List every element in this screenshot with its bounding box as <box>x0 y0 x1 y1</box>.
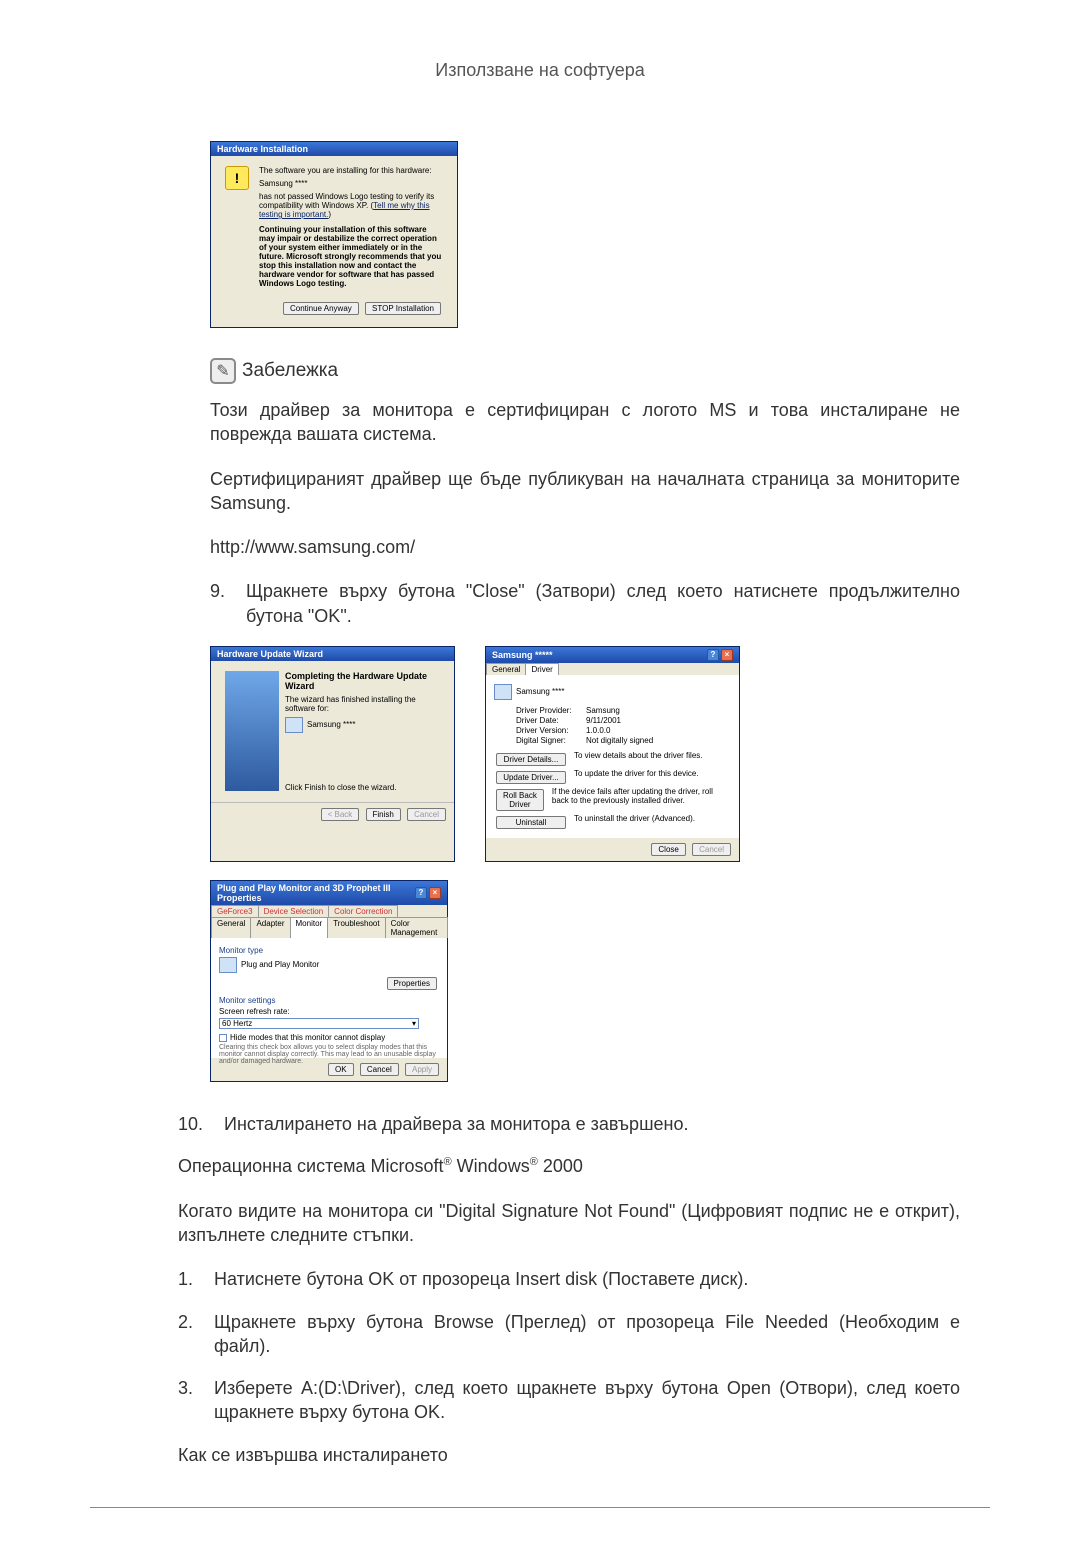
tab-adapter[interactable]: Adapter <box>250 917 290 938</box>
monitor-type-value: Plug and Play Monitor <box>241 960 319 969</box>
uninstall-text: To uninstall the driver (Advanced). <box>568 814 695 831</box>
os-line: Операционна система Microsoft® Windows® … <box>178 1154 960 1178</box>
s2-text: Щракнете върху бутона Browse (Преглед) о… <box>214 1310 960 1359</box>
driver-details-text: To view details about the driver files. <box>568 751 703 768</box>
step10-text: Инсталирането на драйвера за монитора е … <box>224 1112 960 1136</box>
close-icon[interactable]: × <box>721 649 733 661</box>
dialog1-bold-warning: Continuing your installation of this sof… <box>259 225 443 288</box>
back-button: < Back <box>321 808 360 821</box>
driver-details-button[interactable]: Driver Details... <box>496 753 566 766</box>
tab-color-correction[interactable]: Color Correction <box>328 905 398 917</box>
digital-signature-para: Когато видите на монитора си "Digital Si… <box>178 1199 960 1248</box>
dialog1-compat: has not passed Windows Logo testing to v… <box>259 192 443 219</box>
refresh-rate-label: Screen refresh rate: <box>219 1007 439 1016</box>
page-title: Използване на софтуера <box>90 60 990 81</box>
driver-date-value: 9/11/2001 <box>586 716 621 725</box>
screenshot-monitor-properties: Plug and Play Monitor and 3D Prophet III… <box>210 880 960 1082</box>
cancel-button-3[interactable]: Cancel <box>360 1063 399 1076</box>
ok-button[interactable]: OK <box>328 1063 354 1076</box>
update-driver-text: To update the driver for this device. <box>568 769 699 786</box>
s1-number: 1. <box>178 1267 202 1291</box>
tab-geforce3[interactable]: GeForce3 <box>211 905 259 917</box>
dialog2-finish-line: Click Finish to close the wizard. <box>285 783 440 792</box>
dialog1-device: Samsung **** <box>259 179 443 188</box>
tab-driver[interactable]: Driver <box>525 663 558 675</box>
close-icon[interactable]: × <box>429 887 441 899</box>
note-para2: Сертифицираният драйвер ще бъде публикув… <box>210 467 960 516</box>
dialog4-title: Plug and Play Monitor and 3D Prophet III… <box>217 883 415 903</box>
driver-version-value: 1.0.0.0 <box>586 726 610 735</box>
tab-device-selection[interactable]: Device Selection <box>258 905 330 917</box>
apply-button: Apply <box>405 1063 439 1076</box>
help-icon[interactable]: ? <box>415 887 427 899</box>
hide-modes-label: Hide modes that this monitor cannot disp… <box>230 1033 385 1042</box>
close-button[interactable]: Close <box>651 843 685 856</box>
dialog2-title: Hardware Update Wizard <box>217 649 323 659</box>
samsung-url: http://www.samsung.com/ <box>210 535 960 559</box>
driver-date-label: Driver Date: <box>516 716 586 725</box>
cancel-button-2: Cancel <box>692 843 731 856</box>
rollback-driver-button[interactable]: Roll Back Driver <box>496 789 544 811</box>
s3-number: 3. <box>178 1376 202 1425</box>
monitor-icon <box>494 684 512 700</box>
footer-rule <box>90 1507 990 1508</box>
monitor-icon <box>219 957 237 973</box>
step9-text: Щракнете върху бутона "Close" (Затвори) … <box>246 579 960 628</box>
screenshot-driver-properties: Samsung ***** ?× General Driver Samsung … <box>485 646 740 862</box>
cancel-button: Cancel <box>407 808 446 821</box>
monitor-settings-label: Monitor settings <box>219 996 439 1005</box>
dialog2-heading: Completing the Hardware Update Wizard <box>285 671 440 691</box>
digital-signer-value: Not digitally signed <box>586 736 653 745</box>
hide-modes-checkbox[interactable] <box>219 1034 227 1042</box>
digital-signer-label: Digital Signer: <box>516 736 586 745</box>
dialog2-line: The wizard has finished installing the s… <box>285 695 440 713</box>
tab-monitor[interactable]: Monitor <box>290 917 329 938</box>
chevron-down-icon: ▾ <box>412 1019 416 1028</box>
driver-version-label: Driver Version: <box>516 726 586 735</box>
dialog3-device: Samsung **** <box>516 687 564 696</box>
dialog1-line1: The software you are installing for this… <box>259 166 443 175</box>
properties-button[interactable]: Properties <box>387 977 437 990</box>
driver-provider-label: Driver Provider: <box>516 706 586 715</box>
s2-number: 2. <box>178 1310 202 1359</box>
dialog1-title: Hardware Installation <box>217 144 308 154</box>
warning-icon: ! <box>225 166 249 190</box>
note-para1: Този драйвер за монитора е сертифициран … <box>210 398 960 447</box>
tab-general[interactable]: General <box>486 663 526 675</box>
refresh-rate-select[interactable]: 60 Hertz▾ <box>219 1018 419 1029</box>
continue-anyway-button[interactable]: Continue Anyway <box>283 302 359 315</box>
screenshot-hardware-update-wizard: Hardware Update Wizard Completing the Ha… <box>210 646 455 862</box>
monitor-icon <box>285 717 303 733</box>
s3-text: Изберете A:(D:\Driver), след което щракн… <box>214 1376 960 1425</box>
driver-provider-value: Samsung <box>586 706 620 715</box>
tab-general-2[interactable]: General <box>211 917 251 938</box>
uninstall-button[interactable]: Uninstall <box>496 816 566 829</box>
finish-button[interactable]: Finish <box>366 808 401 821</box>
note-heading: Забележка <box>242 360 338 382</box>
screenshot-hardware-installation: Hardware Installation ! The software you… <box>210 141 960 328</box>
dialog2-device: Samsung **** <box>307 720 355 729</box>
step9-number: 9. <box>210 579 234 628</box>
howto-heading: Как се извършва инсталирането <box>178 1443 960 1467</box>
note-icon: ✎ <box>210 358 236 384</box>
s1-text: Натиснете бутона OK от прозореца Insert … <box>214 1267 960 1291</box>
update-driver-button[interactable]: Update Driver... <box>496 771 566 784</box>
rollback-driver-text: If the device fails after updating the d… <box>546 787 731 813</box>
help-icon[interactable]: ? <box>707 649 719 661</box>
monitor-type-label: Monitor type <box>219 946 439 955</box>
tab-troubleshoot[interactable]: Troubleshoot <box>327 917 385 938</box>
step10-number: 10. <box>178 1112 212 1136</box>
dialog3-title: Samsung ***** <box>492 650 553 660</box>
stop-installation-button[interactable]: STOP Installation <box>365 302 441 315</box>
tab-color-mgmt[interactable]: Color Management <box>385 917 448 938</box>
